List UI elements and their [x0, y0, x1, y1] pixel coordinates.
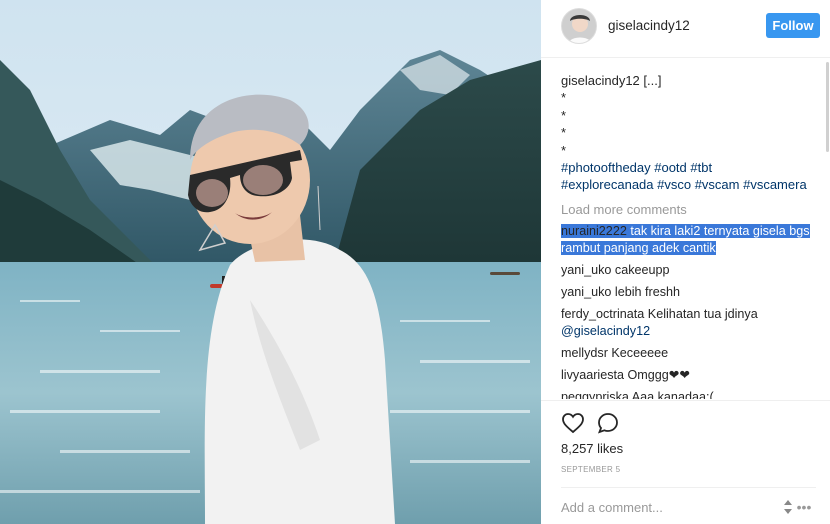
comment-username[interactable]: yani_uko — [561, 263, 611, 277]
post-actions: 8,257 likes SEPTEMBER 5 ••• — [541, 400, 830, 524]
comment-username[interactable]: livyaariesta — [561, 368, 624, 382]
ellipsis-icon[interactable]: ••• — [793, 498, 815, 516]
comment-username[interactable]: nuraini2222 — [561, 224, 627, 239]
comment-item: peggypriska Aaa kanadaa:( — [561, 389, 822, 399]
load-more-comments[interactable]: Load more comments — [561, 201, 822, 218]
comment-item: nuraini2222 tak kira laki2 ternyata gise… — [561, 223, 822, 257]
comments-scrollbar[interactable] — [826, 62, 829, 152]
caption: giselacindy12 [...] — [561, 72, 822, 89]
post-panel: giselacindy12 Follow giselacindy12 [...]… — [541, 0, 830, 524]
comment-item: ferdy_octrinata Kelihatan tua jdinya @gi… — [561, 306, 822, 340]
comment-username[interactable]: yani_uko — [561, 285, 611, 299]
follow-button[interactable]: Follow — [766, 13, 820, 38]
caption-text: [...] — [639, 73, 662, 88]
post-date[interactable]: SEPTEMBER 5 — [561, 465, 620, 474]
comment-item: livyaariesta Omggg❤❤ — [561, 367, 822, 384]
caption-username[interactable]: giselacindy12 — [561, 73, 640, 88]
caption-dot: * — [561, 107, 567, 123]
hashtags-line-1[interactable]: #photooftheday #ootd #tbt — [561, 159, 822, 176]
caption-dot: * — [561, 90, 567, 106]
photo-image — [0, 0, 541, 524]
header-username[interactable]: giselacindy12 — [608, 18, 690, 33]
comment-item: mellydsr Keceeeee — [561, 345, 822, 362]
comment-input[interactable] — [561, 494, 776, 520]
post-photo[interactable] — [0, 0, 541, 524]
heart-icon[interactable] — [561, 411, 585, 435]
speech-bubble-icon[interactable] — [596, 411, 620, 435]
post-header: giselacindy12 Follow — [541, 0, 830, 58]
comment-text: Keceeeee — [607, 346, 669, 361]
hashtags-line-2[interactable]: #explorecanada #vsco #vscam #vscamera — [561, 176, 822, 193]
comment-text: cakeeupp — [611, 263, 670, 278]
comment-username[interactable]: mellydsr — [561, 346, 608, 360]
comment-text: lebih freshh — [611, 285, 681, 300]
spinner-icon — [784, 500, 792, 514]
likes-count[interactable]: 8,257 likes — [561, 441, 623, 456]
avatar[interactable] — [561, 8, 597, 44]
caption-dot: * — [561, 125, 567, 141]
comment-text: Kelihatan tua jdinya — [644, 307, 758, 322]
caption-dot: * — [561, 142, 567, 158]
comment-text: Aaa kanadaa:( — [628, 390, 714, 399]
comment-item: yani_uko lebih freshh — [561, 284, 822, 301]
avatar-image — [562, 9, 596, 43]
comment-text: Omggg❤❤ — [624, 368, 690, 383]
comment-username[interactable]: peggypriska — [561, 390, 629, 399]
comment-form: ••• — [561, 487, 816, 524]
comment-mention[interactable]: @giselacindy12 — [561, 323, 822, 340]
comment-username[interactable]: ferdy_octrinata — [561, 307, 644, 321]
comments-list[interactable]: giselacindy12 [...] * * * * #photoofthed… — [541, 58, 830, 399]
comment-item: yani_uko cakeeupp — [561, 262, 822, 279]
